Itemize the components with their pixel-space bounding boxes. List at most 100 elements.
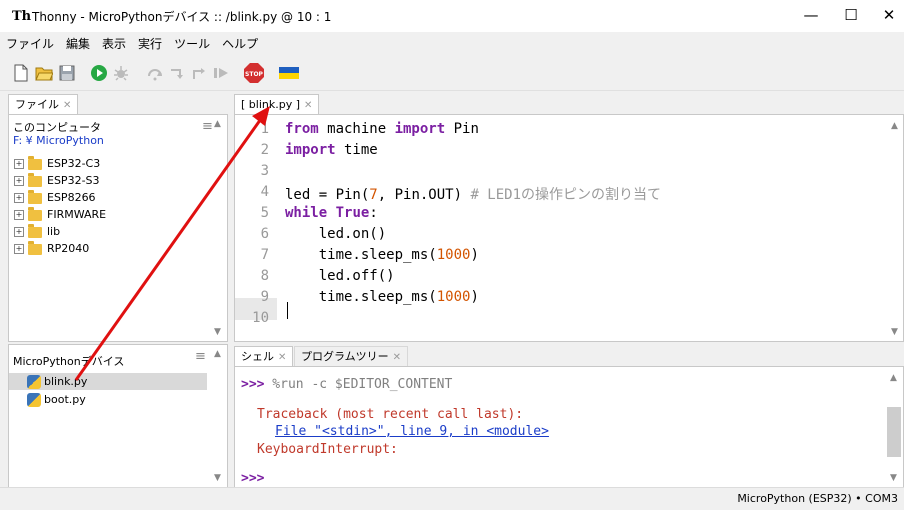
shell-command-line: >>> %run -c $EDITOR_CONTENT <box>241 377 452 392</box>
folder-row[interactable]: + lib <box>14 223 60 240</box>
code-token: 7 <box>369 187 378 203</box>
tab-blink[interactable]: [ blink.py ] ✕ <box>234 94 320 115</box>
close-button[interactable]: ✕ <box>874 6 904 26</box>
code-token: import <box>394 121 446 137</box>
expand-icon[interactable]: + <box>14 210 24 220</box>
line-number: 7 <box>260 247 269 263</box>
code-line: led = Pin(7, Pin.OUT) # LED1の操作ピンの割り当て <box>285 184 661 204</box>
code-token: 1000 <box>436 247 471 263</box>
panel-menu-icon[interactable]: ≡ <box>195 349 206 364</box>
shell-pane[interactable]: >>> %run -c $EDITOR_CONTENT Traceback (m… <box>234 366 904 488</box>
python-file-icon <box>27 393 41 407</box>
device-file-row[interactable]: blink.py <box>27 373 87 390</box>
step-over-icon[interactable] <box>146 64 164 82</box>
maximize-button[interactable]: ☐ <box>836 6 866 26</box>
expand-icon[interactable]: + <box>14 227 24 237</box>
debug-icon[interactable] <box>112 64 130 82</box>
code-token: True <box>335 205 370 221</box>
folder-icon <box>28 172 42 187</box>
tab-shell[interactable]: シェル ✕ <box>234 346 294 367</box>
menu-file[interactable]: ファイル <box>0 32 60 56</box>
code-token: from <box>285 121 319 137</box>
device-files-pane: MicroPythonデバイス ≡ ▲ ▼ blink.py boot.py <box>8 344 228 488</box>
code-token: machine <box>318 121 395 137</box>
folder-row[interactable]: + ESP32-C3 <box>14 155 100 172</box>
python-file-icon <box>27 375 41 389</box>
error-text: KeyboardInterrupt: <box>257 442 398 457</box>
code-token: ) <box>470 289 479 305</box>
scroll-up-arrow-icon[interactable]: ▲ <box>890 373 897 383</box>
folder-icon <box>28 223 42 238</box>
computer-title: このコンピュータ <box>13 121 101 134</box>
expand-icon[interactable]: + <box>14 159 24 169</box>
scroll-down-arrow-icon[interactable]: ▼ <box>214 473 221 483</box>
expand-icon[interactable]: + <box>14 244 24 254</box>
minimize-button[interactable]: — <box>796 6 826 26</box>
ukraine-flag-icon[interactable] <box>279 64 299 82</box>
code-token: # LED1の操作ピンの割り当て <box>470 187 662 203</box>
folder-row[interactable]: + FIRMWARE <box>14 206 106 223</box>
code-editor[interactable]: 1 from machine import Pin 2 import time 3 4 le… <box>234 114 904 342</box>
line-number: 9 <box>260 289 269 305</box>
thonny-logo-icon: Th <box>12 9 32 24</box>
folder-row[interactable]: + ESP8266 <box>14 189 96 206</box>
menu-run[interactable]: 実行 <box>132 32 168 56</box>
scroll-down-arrow-icon[interactable]: ▼ <box>891 327 898 337</box>
interpreter-status[interactable]: MicroPython (ESP32) • COM3 <box>737 492 898 505</box>
close-tab-icon[interactable]: ✕ <box>63 100 71 111</box>
folder-icon <box>28 240 42 255</box>
scroll-down-arrow-icon[interactable]: ▼ <box>890 473 897 483</box>
code-token: time <box>335 142 378 158</box>
menu-edit[interactable]: 編集 <box>60 32 96 56</box>
open-file-icon[interactable] <box>35 64 53 82</box>
folder-row[interactable]: + RP2040 <box>14 240 89 257</box>
menu-tools[interactable]: ツール <box>168 32 216 56</box>
code-line: led.on() <box>285 226 386 242</box>
run-icon[interactable] <box>90 64 108 82</box>
new-file-icon[interactable] <box>12 64 30 82</box>
step-into-icon[interactable] <box>168 64 186 82</box>
menu-view[interactable]: 表示 <box>96 32 132 56</box>
shell-prompt: >>> <box>241 377 265 392</box>
computer-path[interactable]: F: ¥ MicroPython <box>13 134 104 147</box>
line-number: 6 <box>260 226 269 242</box>
code-line: from machine import Pin <box>285 121 479 137</box>
code-token: import <box>285 142 336 158</box>
scroll-down-arrow-icon[interactable]: ▼ <box>214 327 221 337</box>
resume-icon[interactable] <box>212 64 230 82</box>
step-out-icon[interactable] <box>190 64 208 82</box>
toolbar: STOP <box>0 56 904 91</box>
shell-prompt-input[interactable]: >>> <box>241 471 264 486</box>
scroll-up-arrow-icon[interactable]: ▲ <box>214 119 221 129</box>
menu-help[interactable]: ヘルプ <box>216 32 264 56</box>
code-token: ) <box>470 247 479 263</box>
traceback-text: Traceback (most recent call last): <box>257 407 524 422</box>
expand-icon[interactable]: + <box>14 176 24 186</box>
code-line: time.sleep_ms(1000) <box>285 289 479 305</box>
code-line: led.off() <box>285 268 395 284</box>
traceback-link[interactable]: File "<stdin>", line 9, in <module> <box>275 424 549 439</box>
editor-tabbar: [ blink.py ] ✕ <box>234 92 902 115</box>
tab-program-tree[interactable]: プログラムツリー ✕ <box>294 346 409 367</box>
line-number: 1 <box>260 121 269 137</box>
expand-icon[interactable]: + <box>14 193 24 203</box>
device-file-row[interactable]: boot.py <box>27 391 86 408</box>
save-file-icon[interactable] <box>58 64 76 82</box>
panel-menu-icon[interactable]: ≡ <box>202 119 213 134</box>
window-title: Thonny - MicroPythonデバイス :: /blink.py @ … <box>32 10 332 24</box>
tab-files[interactable]: ファイル ✕ <box>8 94 79 115</box>
stop-icon[interactable]: STOP <box>243 62 265 84</box>
line-number: 8 <box>260 268 269 284</box>
scroll-up-arrow-icon[interactable]: ▲ <box>214 349 221 359</box>
folder-row[interactable]: + ESP32-S3 <box>14 172 100 189</box>
status-bar: MicroPython (ESP32) • COM3 <box>0 487 904 510</box>
code-token: time.sleep_ms( <box>285 247 437 263</box>
close-tab-icon[interactable]: ✕ <box>278 352 286 363</box>
shell-scrollbar-thumb[interactable] <box>887 407 901 457</box>
scroll-up-arrow-icon[interactable]: ▲ <box>891 121 898 131</box>
code-token: Pin <box>445 121 479 137</box>
close-tab-icon[interactable]: ✕ <box>393 352 401 363</box>
shell-command: %run -c $EDITOR_CONTENT <box>264 377 453 392</box>
close-tab-icon[interactable]: ✕ <box>304 100 312 111</box>
code-line: import time <box>285 142 378 158</box>
